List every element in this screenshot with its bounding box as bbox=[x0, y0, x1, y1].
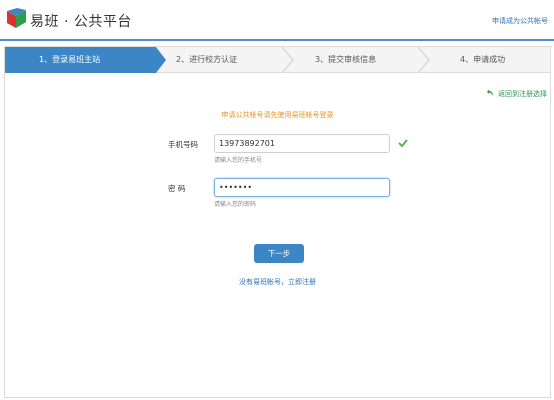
step-3: 3、提交审核信息 bbox=[315, 47, 415, 73]
check-icon bbox=[398, 139, 408, 148]
register-link[interactable]: 没有易班帐号，立即注册 bbox=[5, 277, 550, 287]
step-4-label: 4、申请成功 bbox=[460, 55, 506, 64]
password-input[interactable]: ••••••• bbox=[214, 178, 390, 197]
platform-title: 易班 · 公共平台 bbox=[30, 14, 132, 30]
phone-input[interactable]: 13973892701 bbox=[214, 134, 390, 153]
step-2: 2、进行校方认证 bbox=[176, 47, 276, 73]
step-3-arrow bbox=[418, 47, 430, 73]
password-label: 密 码 bbox=[168, 184, 186, 193]
step-1: 1、登录易班主站 bbox=[5, 47, 156, 73]
apply-public-account-link[interactable]: 申请成为公共帐号 bbox=[492, 16, 548, 26]
header: 易班 · 公共平台 申请成为公共帐号 bbox=[0, 0, 554, 41]
step-1-arrow bbox=[156, 47, 166, 73]
header-divider bbox=[0, 39, 554, 41]
phone-label: 手机号码 bbox=[168, 140, 198, 149]
yiban-logo-icon bbox=[7, 8, 26, 28]
step-2-arrow bbox=[282, 47, 294, 73]
step-1-label: 1、登录易班主站 bbox=[39, 55, 101, 64]
step-3-label: 3、提交审核信息 bbox=[315, 55, 377, 64]
login-notice: 申请公共帐号请先使用易班帐号登录 bbox=[221, 111, 334, 119]
back-link-label: 返回到注册选择 bbox=[498, 90, 547, 98]
password-hint: 请输入您的密码 bbox=[214, 201, 257, 208]
phone-hint: 请输入您的手机号 bbox=[214, 157, 263, 164]
main-panel: 1、登录易班主站 2、进行校方认证 3、提交审核信息 4、申请成功 返回到注册选… bbox=[4, 46, 551, 398]
back-arrow-icon bbox=[487, 89, 493, 96]
step-2-label: 2、进行校方认证 bbox=[176, 55, 238, 64]
back-to-register-choice-link[interactable]: 返回到注册选择 bbox=[487, 89, 547, 99]
step-progress-bar: 1、登录易班主站 2、进行校方认证 3、提交审核信息 4、申请成功 bbox=[5, 47, 550, 73]
step-4: 4、申请成功 bbox=[460, 47, 540, 73]
next-step-button[interactable]: 下一步 bbox=[254, 244, 304, 263]
